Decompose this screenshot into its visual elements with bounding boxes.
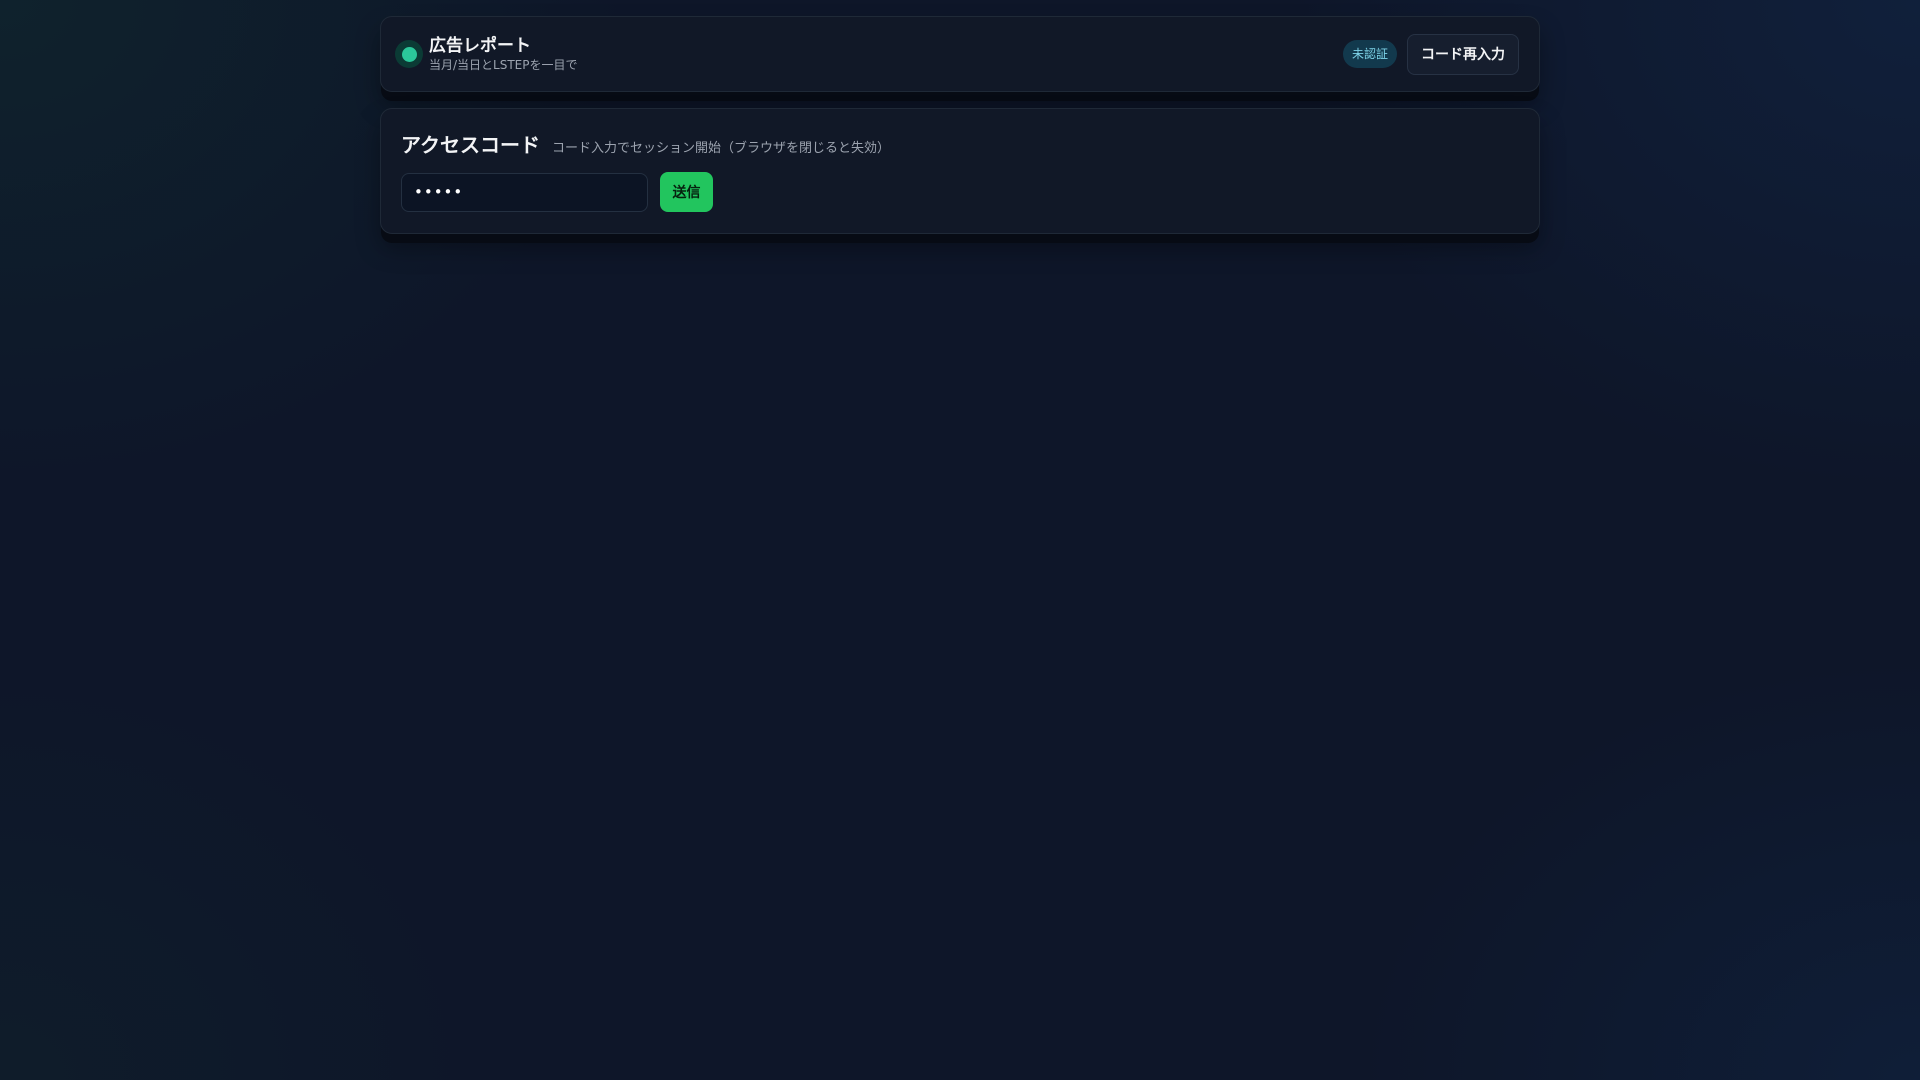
access-code-card: アクセスコード コード入力でセッション開始（ブラウザを閉じると失効） 送信 (380, 108, 1540, 234)
header-card: 広告レポート 当月/当日とLSTEPを一目で 未認証 コード再入力 (380, 16, 1540, 92)
app-subtitle: 当月/当日とLSTEPを一目で (429, 58, 578, 72)
reenter-code-button[interactable]: コード再入力 (1407, 33, 1519, 75)
access-code-form: 送信 (401, 172, 1519, 212)
status-dot-inner (401, 46, 417, 62)
status-dot-icon (395, 40, 423, 68)
submit-button[interactable]: 送信 (660, 172, 713, 212)
access-code-title: アクセスコード (401, 133, 540, 157)
app-title: 広告レポート (429, 36, 531, 56)
access-code-hint: コード入力でセッション開始（ブラウザを閉じると失効） (552, 141, 891, 156)
brand: 広告レポート 当月/当日とLSTEPを一目で (429, 35, 578, 73)
access-code-header: アクセスコード コード入力でセッション開始（ブラウザを閉じると失効） (401, 129, 1519, 158)
app-container: 広告レポート 当月/当日とLSTEPを一目で 未認証 コード再入力 アクセスコー… (380, 16, 1540, 234)
auth-status-badge: 未認証 (1342, 40, 1397, 68)
access-code-input[interactable] (401, 172, 648, 212)
header-actions: 未認証 コード再入力 (1342, 33, 1519, 75)
